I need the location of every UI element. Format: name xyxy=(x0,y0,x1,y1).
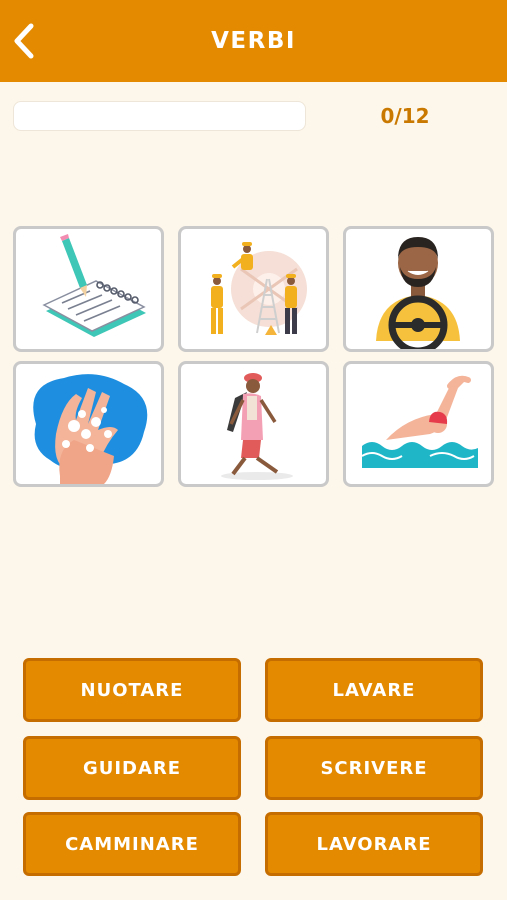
progress-bar xyxy=(13,101,306,131)
answer-button-scrivere[interactable]: SCRIVERE xyxy=(265,736,483,800)
swimmer-icon xyxy=(361,375,478,468)
answer-button-guidare[interactable]: GUIDARE xyxy=(23,736,241,800)
answer-button-lavare[interactable]: LAVARE xyxy=(265,658,483,722)
woman-walking-icon xyxy=(221,373,293,480)
answer-button-lavorare[interactable]: LAVORARE xyxy=(265,812,483,876)
page-title: VERBI xyxy=(211,28,296,54)
header-bar: VERBI xyxy=(0,0,507,82)
answer-button-nuotare[interactable]: NUOTARE xyxy=(23,658,241,722)
card-washing[interactable] xyxy=(13,361,164,487)
answer-button-camminare[interactable]: CAMMINARE xyxy=(23,812,241,876)
hands-washing-icon xyxy=(33,374,148,484)
card-driving[interactable] xyxy=(343,226,494,352)
notebook-pencil-icon xyxy=(42,234,146,337)
progress-counter: 0/12 xyxy=(380,104,430,128)
driver-steering-wheel-icon xyxy=(376,237,460,349)
card-working[interactable] xyxy=(178,226,329,352)
card-walking[interactable] xyxy=(178,361,329,487)
card-writing[interactable] xyxy=(13,226,164,352)
card-swimming[interactable] xyxy=(343,361,494,487)
construction-workers-icon xyxy=(211,242,307,335)
